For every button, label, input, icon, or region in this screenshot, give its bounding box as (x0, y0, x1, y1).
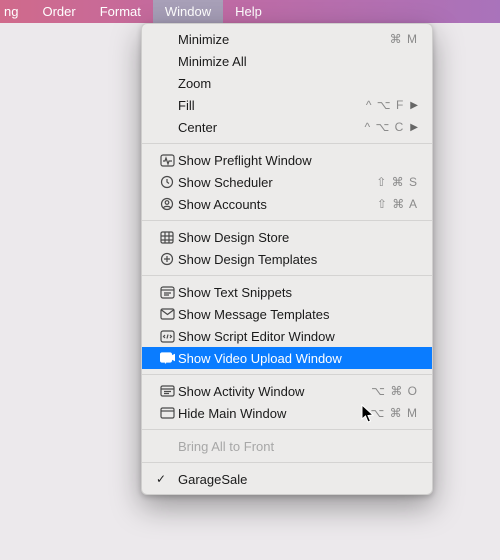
checkmark-icon: ✓ (156, 472, 166, 486)
menu-label: Bring All to Front (178, 439, 368, 454)
menu-separator (142, 429, 432, 430)
menu-item-format[interactable]: Format (88, 0, 153, 23)
menu-activity[interactable]: Show Activity Window ⌥ ⌘ O (142, 380, 432, 402)
menu-label: Show Message Templates (178, 307, 368, 322)
menu-preflight[interactable]: Show Preflight Window (142, 149, 432, 171)
menu-label: Show Scheduler (178, 175, 368, 190)
clock-icon (156, 175, 178, 189)
menu-accounts[interactable]: Show Accounts ⇧ ⌘ A (142, 193, 432, 215)
menu-design-templates[interactable]: Show Design Templates (142, 248, 432, 270)
window-menu-dropdown: Minimize ⌘ M Minimize All Zoom Fill ^ ⌥ … (141, 23, 433, 495)
menu-design-store[interactable]: Show Design Store (142, 226, 432, 248)
menu-label: Center (178, 120, 354, 135)
menu-window-garagesale[interactable]: ✓ GarageSale (142, 468, 432, 490)
grid-icon (156, 231, 178, 244)
menu-label: Show Script Editor Window (178, 329, 368, 344)
person-icon (156, 197, 178, 211)
menu-separator (142, 462, 432, 463)
menu-shortcut: ^ ⌥ F (354, 98, 404, 112)
menu-label: Show Text Snippets (178, 285, 368, 300)
heartbeat-icon (156, 154, 178, 167)
menu-minimize[interactable]: Minimize ⌘ M (142, 28, 432, 50)
menu-label: Show Design Store (178, 230, 368, 245)
script-icon (156, 330, 178, 343)
menu-label: Show Design Templates (178, 252, 368, 267)
menu-label: Show Video Upload Window (178, 351, 368, 366)
menu-shortcut: ⇧ ⌘ S (368, 175, 418, 189)
menu-fill[interactable]: Fill ^ ⌥ F ▶ (142, 94, 432, 116)
menu-item-order[interactable]: Order (30, 0, 87, 23)
submenu-arrow-icon: ▶ (410, 100, 418, 111)
menu-hide-main[interactable]: Hide Main Window ⌥ ⌘ M (142, 402, 432, 424)
video-upload-icon (156, 352, 178, 365)
menu-label: Hide Main Window (178, 406, 368, 421)
menu-label: Show Activity Window (178, 384, 368, 399)
menu-message-templates[interactable]: Show Message Templates (142, 303, 432, 325)
menu-shortcut: ^ ⌥ C (354, 120, 404, 134)
menu-label: Show Preflight Window (178, 153, 368, 168)
menu-shortcut: ⌥ ⌘ O (368, 384, 418, 398)
menu-shortcut: ⌥ ⌘ M (368, 406, 418, 420)
menu-separator (142, 275, 432, 276)
menu-bring-all-to-front: Bring All to Front (142, 435, 432, 457)
menu-label: Zoom (178, 76, 368, 91)
menu-text-snippets[interactable]: Show Text Snippets (142, 281, 432, 303)
menu-minimize-all[interactable]: Minimize All (142, 50, 432, 72)
menu-shortcut: ⇧ ⌘ A (368, 197, 418, 211)
menu-item-help[interactable]: Help (223, 0, 274, 23)
menu-separator (142, 143, 432, 144)
window-icon (156, 407, 178, 419)
menu-separator (142, 374, 432, 375)
menu-zoom[interactable]: Zoom (142, 72, 432, 94)
menu-item-fragment[interactable]: ng (0, 0, 30, 23)
menu-label: Show Accounts (178, 197, 368, 212)
menu-scheduler[interactable]: Show Scheduler ⇧ ⌘ S (142, 171, 432, 193)
snippets-icon (156, 286, 178, 299)
menu-label: Minimize All (178, 54, 368, 69)
menu-script-editor[interactable]: Show Script Editor Window (142, 325, 432, 347)
menu-center[interactable]: Center ^ ⌥ C ▶ (142, 116, 432, 138)
menu-label: Minimize (178, 32, 368, 47)
envelope-icon (156, 308, 178, 320)
menu-shortcut: ⌘ M (368, 32, 418, 46)
templates-icon (156, 252, 178, 266)
menu-label: GarageSale (178, 472, 368, 487)
submenu-arrow-icon: ▶ (410, 122, 418, 133)
menu-item-window[interactable]: Window (153, 0, 223, 23)
menu-label: Fill (178, 98, 354, 113)
activity-icon (156, 385, 178, 397)
menu-separator (142, 220, 432, 221)
menu-video-upload[interactable]: Show Video Upload Window (142, 347, 432, 369)
menubar: ng Order Format Window Help (0, 0, 500, 23)
